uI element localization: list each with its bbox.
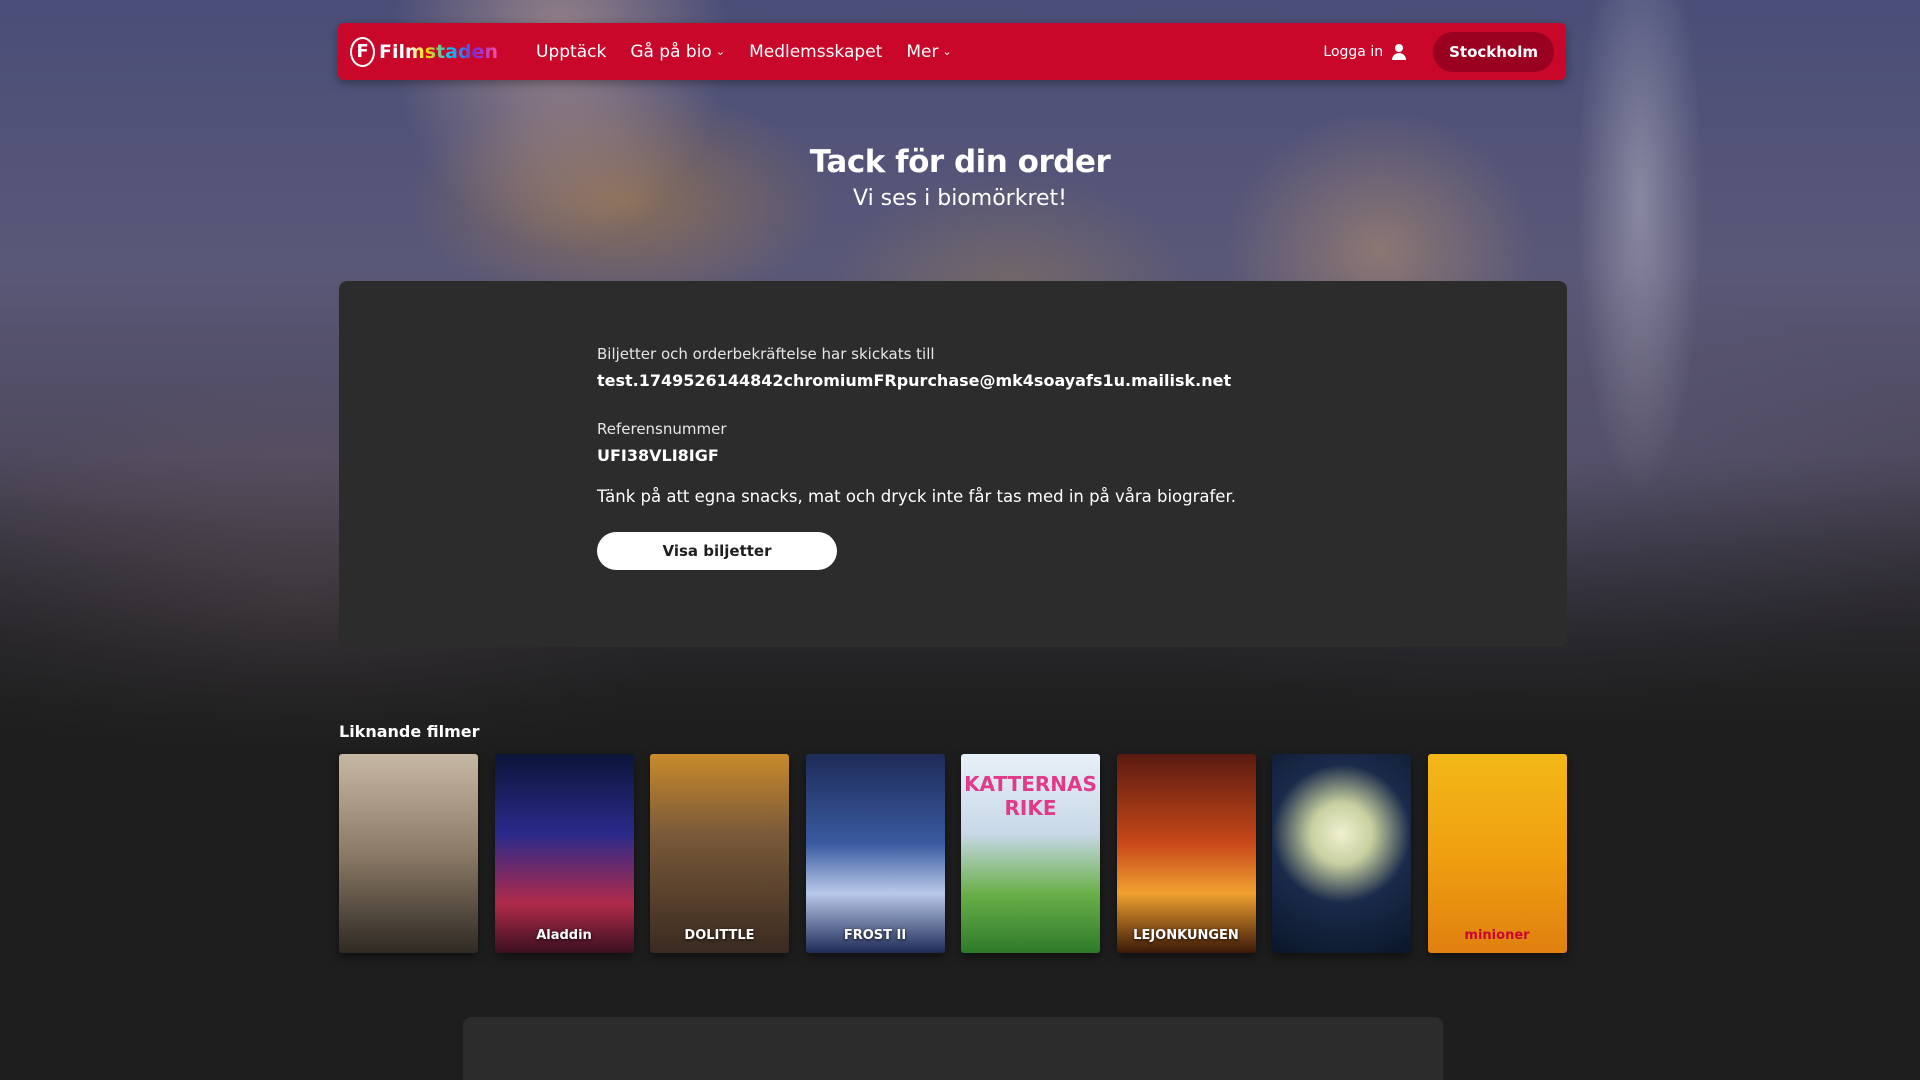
bottom-panel xyxy=(463,1017,1443,1080)
poster-text: LEJONKUNGEN xyxy=(1133,928,1239,943)
sent-to-label: Biljetter och orderbekräftelse har skick… xyxy=(597,345,935,363)
order-heading: Tack för din order Vi ses i biomörkret! xyxy=(0,144,1920,211)
email-value: test.1749526144842chromiumFRpurchase@mk4… xyxy=(597,371,1232,390)
order-confirmation-card: Biljetter och orderbekräftelse har skick… xyxy=(339,281,1567,647)
similar-films-title: Liknande filmer xyxy=(339,722,480,741)
chevron-down-icon: ⌄ xyxy=(715,45,726,58)
nav-right: Logga in Stockholm xyxy=(1323,31,1554,72)
order-details: Biljetter och orderbekräftelse har skick… xyxy=(597,345,1317,570)
similar-films-list: Aladdin DOLITTLE FROST II KATTERNAS RIKE… xyxy=(339,754,1583,953)
reference-label: Referensnummer xyxy=(597,420,727,438)
logo-mark-icon: F xyxy=(350,36,375,67)
user-icon xyxy=(1391,43,1407,60)
poster-text: KATTERNAS RIKE xyxy=(964,772,1097,820)
nav-link-label: Medlemsskapet xyxy=(749,41,883,62)
login-link[interactable]: Logga in xyxy=(1323,43,1407,60)
login-label: Logga in xyxy=(1323,43,1384,60)
poster-text: DOLITTLE xyxy=(684,928,755,943)
city-selector-button[interactable]: Stockholm xyxy=(1433,31,1554,72)
nav-link-medlemsskapet[interactable]: Medlemsskapet xyxy=(749,42,882,62)
nav-link-label: Gå på bio xyxy=(630,41,712,62)
logo-text: Filmstaden xyxy=(378,40,498,63)
nav-link-upptack[interactable]: Upptäck xyxy=(536,42,606,62)
poster-drakt-ranaren-3[interactable] xyxy=(339,754,478,953)
poster-aladdin[interactable]: Aladdin xyxy=(494,754,634,953)
show-tickets-button[interactable]: Visa biljetter xyxy=(597,532,837,570)
poster-minioner[interactable]: minioner xyxy=(1427,754,1567,953)
top-navbar: F Filmstaden Upptäck Gå på bio ⌄ Medlems… xyxy=(338,23,1566,80)
poster-text: Aladdin xyxy=(536,928,592,943)
logo[interactable]: F Filmstaden xyxy=(350,36,498,67)
reference-value: UFI38VLI8IGF xyxy=(597,446,719,465)
poster-lejonkungen[interactable]: LEJONKUNGEN xyxy=(1116,754,1256,953)
nav-link-mer[interactable]: Mer ⌄ xyxy=(906,42,951,62)
nav-link-label: Upptäck xyxy=(536,41,607,62)
poster-katternas-rike[interactable]: KATTERNAS RIKE xyxy=(961,754,1100,953)
poster-lustiga-sma-kryp[interactable] xyxy=(1272,754,1411,953)
page-title: Tack för din order xyxy=(809,144,1111,180)
poster-text: minioner xyxy=(1464,928,1530,943)
nav-link-label: Mer xyxy=(906,41,939,62)
chevron-down-icon: ⌄ xyxy=(942,45,952,58)
nav-link-ga-pa-bio[interactable]: Gå på bio ⌄ xyxy=(630,42,725,62)
page-subtitle: Vi ses i biomörkret! xyxy=(853,186,1067,211)
snacks-notice: Tänk på att egna snacks, mat och dryck i… xyxy=(597,487,1236,506)
nav-links: Upptäck Gå på bio ⌄ Medlemsskapet Mer ⌄ xyxy=(536,42,976,62)
poster-text: FROST II xyxy=(843,928,907,943)
poster-frost-2[interactable]: FROST II xyxy=(805,754,945,953)
poster-dolittle[interactable]: DOLITTLE xyxy=(650,754,789,953)
